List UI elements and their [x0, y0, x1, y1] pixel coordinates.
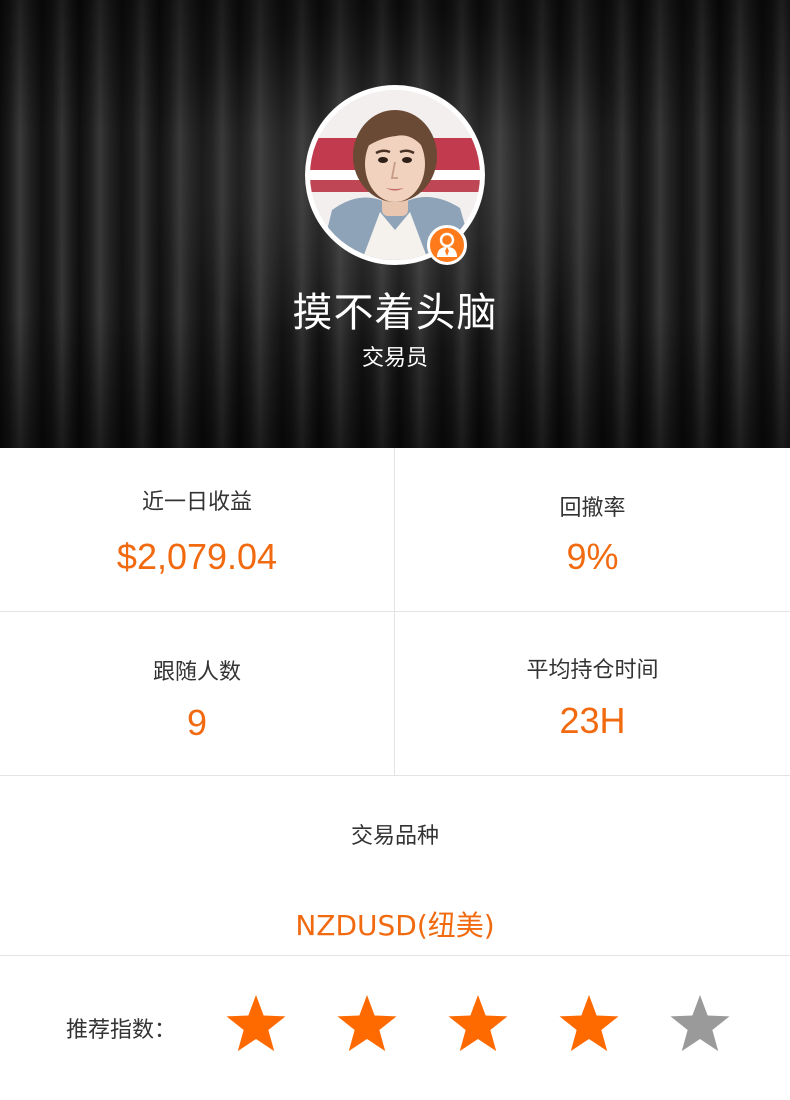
star-filled-icon	[446, 992, 510, 1056]
daily-profit-value: $2,079.04	[116, 536, 278, 577]
trader-name: 摸不着头脑	[292, 290, 498, 336]
avg-hold-cell: 平均持仓时间 23H	[395, 612, 790, 776]
trading-variety-value: NZDUSD(纽美)	[295, 909, 495, 942]
rating-label: 推荐指数：	[66, 1018, 177, 1043]
followers-cell: 跟随人数 9	[0, 612, 395, 776]
drawdown-label: 回撤率	[559, 496, 626, 521]
followers-value: 9	[186, 702, 208, 743]
drawdown-cell: 回撤率 9%	[395, 448, 790, 612]
avg-hold-label: 平均持仓时间	[526, 658, 659, 683]
star-filled-icon	[335, 992, 399, 1056]
rating-section: 推荐指数：	[0, 956, 790, 1100]
daily-profit-label: 近一日收益	[141, 490, 252, 515]
trader-role: 交易员	[361, 346, 428, 371]
drawdown-value: 9%	[566, 536, 619, 577]
trading-variety-label: 交易品种	[350, 824, 439, 849]
followers-label: 跟随人数	[152, 660, 241, 685]
trading-variety-section: 交易品种 NZDUSD(纽美)	[0, 776, 790, 956]
daily-profit-cell: 近一日收益 $2,079.04	[0, 448, 395, 612]
star-empty-icon	[668, 992, 732, 1056]
avg-hold-value: 23H	[559, 700, 626, 741]
trader-person-icon	[427, 225, 467, 265]
star-filled-icon	[557, 992, 621, 1056]
star-filled-icon	[224, 992, 288, 1056]
